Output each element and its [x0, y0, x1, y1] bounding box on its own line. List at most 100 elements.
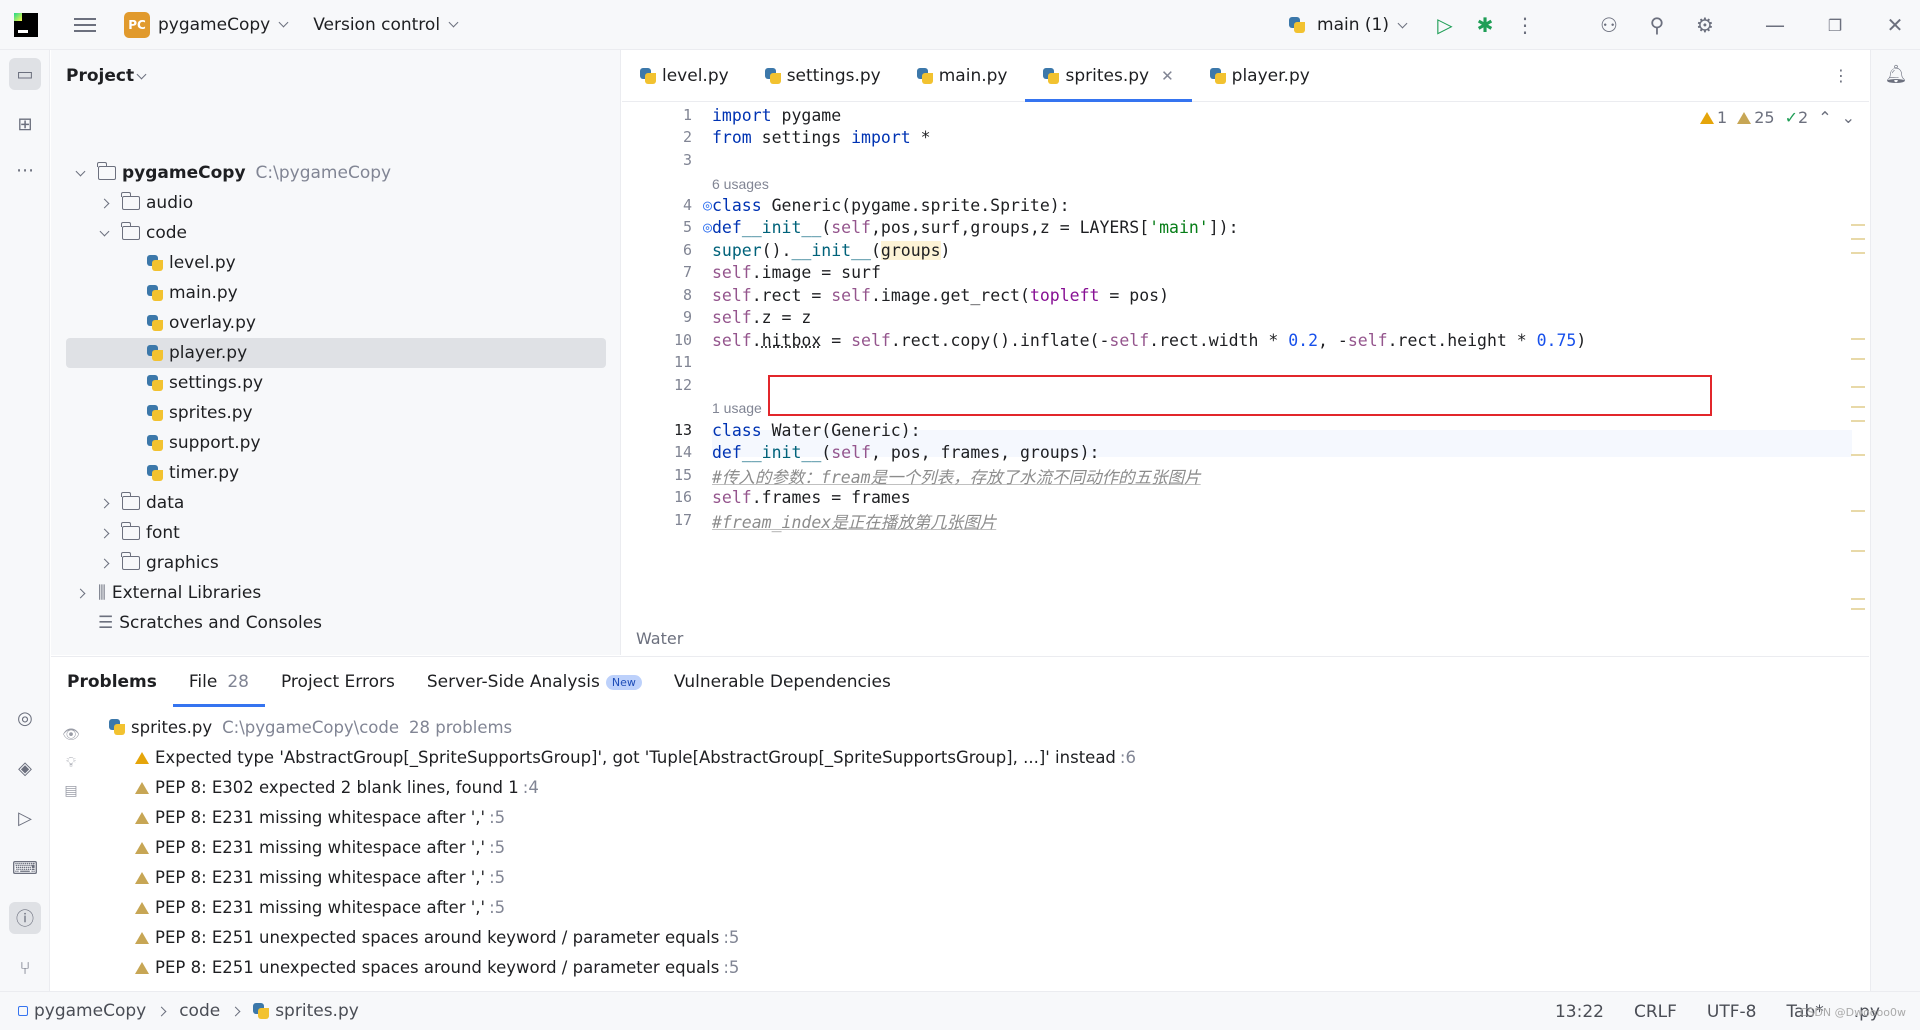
tree-item[interactable]: graphics — [51, 548, 621, 578]
crumb-file[interactable]: sprites.py — [275, 1001, 359, 1021]
crumb-folder[interactable]: code — [179, 1001, 220, 1021]
close-tab-icon[interactable]: ✕ — [1161, 67, 1174, 85]
layers-icon[interactable]: ◈ — [9, 752, 41, 784]
project-selector[interactable]: pygameCopy — [158, 15, 289, 35]
line-number: 12 — [673, 376, 692, 394]
override-marker-icon[interactable]: ◎ — [694, 218, 712, 236]
preview-icon[interactable]: ▤ — [59, 783, 83, 807]
problem-item[interactable]: Expected type 'AbstractGroup[_SpriteSupp… — [135, 742, 1136, 772]
problems-tab[interactable]: Project Errors — [265, 657, 411, 707]
editor-tab-label: main.py — [938, 65, 1008, 86]
tree-item[interactable]: code — [51, 218, 621, 248]
debug-icon[interactable]: ✱ — [1468, 8, 1502, 42]
run-config-selector[interactable]: main (1) — [1289, 15, 1408, 35]
tree-item[interactable]: settings.py — [51, 368, 621, 398]
services-icon[interactable]: ▷ — [9, 802, 41, 834]
problems-tab[interactable]: File 28 — [172, 657, 266, 707]
tree-item[interactable]: level.py — [51, 248, 621, 278]
editor-tab[interactable]: player.py — [1192, 50, 1328, 102]
chevron-down-icon — [1397, 18, 1408, 28]
problems-tab[interactable]: Problems — [51, 657, 173, 707]
chevron-down-icon[interactable] — [75, 166, 86, 176]
add-user-icon[interactable]: ⚇ — [1592, 8, 1626, 42]
chevron-right-icon[interactable] — [99, 558, 110, 568]
override-marker-icon[interactable]: ◎ — [694, 196, 712, 214]
more-actions-icon[interactable]: ⋮ — [1508, 8, 1542, 42]
caret-position[interactable]: 13:22 — [1555, 1002, 1604, 1022]
problem-item[interactable]: PEP 8: E251 unexpected spaces around key… — [135, 952, 739, 982]
editor-tab[interactable]: settings.py — [747, 50, 899, 102]
error-stripe[interactable] — [1851, 180, 1865, 620]
settings-gear-icon[interactable]: ⚙ — [1688, 8, 1722, 42]
tree-item[interactable]: data — [51, 488, 621, 518]
problem-item[interactable]: PEP 8: E231 missing whitespace after ','… — [135, 892, 505, 922]
python-icon — [1289, 17, 1306, 33]
chevron-down-icon[interactable] — [99, 226, 110, 236]
scratches-icon: ☰ — [98, 613, 114, 633]
terminal-icon[interactable]: ⌨ — [9, 852, 41, 884]
code-view[interactable]: import pygame from settings import * 6 u… — [712, 102, 1852, 625]
problems-tab[interactable]: Server-Side Analysis New — [411, 657, 658, 707]
crumb-project[interactable]: pygameCopy — [34, 1001, 146, 1021]
python-icon — [916, 67, 933, 84]
problems-icon[interactable]: ⓘ — [9, 902, 41, 934]
project-panel-title[interactable]: Project — [66, 66, 147, 86]
problem-item[interactable]: PEP 8: E251 unexpected spaces around key… — [135, 922, 739, 952]
chevron-right-icon[interactable] — [75, 588, 86, 598]
chevron-right-icon[interactable] — [99, 528, 110, 538]
tree-item[interactable]: support.py — [51, 428, 621, 458]
line-number: 17 — [673, 511, 692, 529]
tree-item[interactable]: overlay.py — [51, 308, 621, 338]
search-icon[interactable]: ⚲ — [1640, 8, 1674, 42]
tree-item[interactable]: audio — [51, 188, 621, 218]
lightbulb-icon[interactable]: 💡︎ — [59, 755, 83, 779]
file-encoding[interactable]: UTF-8 — [1707, 1002, 1757, 1022]
tree-item[interactable]: ⫼ External Libraries — [51, 578, 621, 608]
problems-tab[interactable]: Vulnerable Dependencies — [658, 657, 907, 707]
close-icon[interactable]: ✕ — [1878, 8, 1912, 42]
git-icon[interactable]: ⑂ — [9, 952, 41, 984]
problem-line: :6 — [1119, 747, 1136, 767]
tree-item[interactable]: main.py — [51, 278, 621, 308]
editor-tab[interactable]: level.py — [622, 50, 747, 102]
problem-item[interactable]: PEP 8: E231 missing whitespace after ','… — [135, 862, 505, 892]
eye-icon[interactable]: 👁︎ — [59, 727, 83, 751]
more-tools-icon[interactable]: ⋯ — [9, 154, 41, 186]
tab-options-icon[interactable]: ⋮ — [1833, 66, 1849, 85]
vcs-label: Version control — [313, 14, 441, 35]
problems-file-row[interactable]: sprites.py C:\pygameCopy\code 28 problem… — [109, 712, 512, 742]
tree-item-label: pygameCopy — [122, 163, 246, 183]
line-number: 4 — [682, 196, 692, 214]
restore-icon[interactable]: ❐ — [1818, 8, 1852, 42]
line-number: 2 — [682, 128, 692, 146]
notifications-bell-icon[interactable]: 🔔︎ — [1880, 58, 1912, 90]
line-separator[interactable]: CRLF — [1634, 1002, 1677, 1022]
tree-item-label: Scratches and Consoles — [119, 613, 323, 633]
project-folder-icon[interactable]: ▭ — [9, 58, 41, 90]
editor-tab[interactable]: main.py — [899, 50, 1026, 102]
chevron-right-icon[interactable] — [99, 498, 110, 508]
structure-icon[interactable]: ⊞ — [9, 108, 41, 140]
problem-item[interactable]: PEP 8: E231 missing whitespace after ','… — [135, 832, 505, 862]
tree-item[interactable]: font — [51, 518, 621, 548]
tree-item[interactable]: player.py — [66, 338, 606, 368]
run-icon[interactable]: ▷ — [1428, 8, 1462, 42]
tree-item[interactable]: timer.py — [51, 458, 621, 488]
editor-tab[interactable]: sprites.py ✕ — [1025, 50, 1192, 102]
problem-item[interactable]: PEP 8: E231 missing whitespace after ','… — [135, 802, 505, 832]
tree-item[interactable]: sprites.py — [51, 398, 621, 428]
main-menu-icon[interactable] — [74, 17, 96, 32]
vcs-menu[interactable]: Version control — [313, 14, 459, 35]
tree-item[interactable]: pygameCopy C:\pygameCopy — [51, 158, 621, 188]
warning-icon — [135, 962, 149, 974]
folder-icon — [121, 522, 140, 540]
problem-item[interactable]: PEP 8: E302 expected 2 blank lines, foun… — [135, 772, 539, 802]
chevron-right-icon[interactable] — [99, 198, 110, 208]
warning-icon — [135, 902, 149, 914]
code-breadcrumb[interactable]: Water — [636, 629, 683, 648]
minimize-icon[interactable]: — — [1758, 8, 1792, 42]
python-file-icon — [147, 315, 163, 331]
tree-item[interactable]: ☰ Scratches and Consoles — [51, 608, 621, 638]
editor-tab-label: level.py — [662, 65, 729, 86]
python-console-icon[interactable]: ◎ — [9, 702, 41, 734]
